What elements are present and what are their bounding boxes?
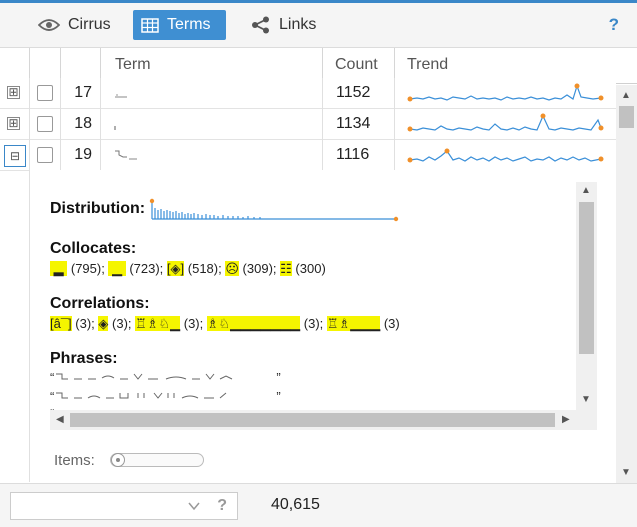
total-count: 40,615 [271,496,320,513]
phrase-line: “ ” [50,370,281,385]
scroll-up-icon[interactable]: ▲ [621,90,631,101]
scroll-left-icon[interactable]: ◀ [56,414,64,425]
correlation-count: (3); [112,316,132,331]
trend-sparkline [407,83,604,102]
footer-bar: ? 40,615 [0,483,637,527]
scroll-down-icon[interactable]: ▼ [621,467,631,478]
row-checkbox[interactable] [37,116,53,132]
header-trend-label: Trend [407,56,449,73]
collocate-count: (723); [129,261,164,276]
row-checkbox[interactable] [37,85,53,101]
correlation-glyph[interactable]: ♖♗♘▁ [135,316,181,331]
row-number: 19 [74,146,92,163]
detail-vertical-scrollbar[interactable]: ▲ ▼ [576,182,597,410]
header-term-label: Term [115,56,151,73]
hieroglyph-phrase-icon [56,392,227,399]
correlation-count: (3) [383,316,400,331]
trend-sparkline [407,113,604,132]
correlations-list: [â¯] (3); ◈ (3); ♖♗♘▁ (3); ♗♘▁▁▁▁▁▁▁ (3)… [50,316,400,332]
correlation-glyph[interactable]: ♖♗▁▁▁ [326,316,381,331]
eye-icon [38,19,60,31]
tab-label: Links [279,16,317,33]
collocate-count: (795); [70,261,105,276]
count-value: 1116 [336,146,370,163]
row-checkbox[interactable] [37,147,53,163]
distribution-chart [149,198,399,222]
collocate-glyph[interactable]: ☹ [225,261,239,276]
tab-cirrus[interactable]: Cirrus [30,10,119,40]
table-icon [141,17,159,33]
correlation-glyph[interactable]: [â¯] [50,316,72,331]
correlation-count: (3); [75,316,95,331]
scrollbar-thumb[interactable] [619,106,634,128]
collocate-glyph[interactable]: ☷ [280,261,292,276]
expand-toggle[interactable]: ⊞ [7,117,20,130]
collocates-label: Collocates: [50,240,137,257]
term-cell [100,78,322,109]
search-combo[interactable]: ? [10,492,238,520]
scroll-down-icon[interactable]: ▼ [581,394,591,405]
tab-bar: Cirrus Terms Links ? [0,3,637,48]
slider-thumb[interactable] [111,453,125,467]
items-label: Items: [54,452,95,469]
term-glyph-icon [115,150,137,160]
term-glyph-icon [114,126,116,130]
share-icon [252,16,269,34]
collocate-count: (300) [295,261,326,276]
row-number: 17 [74,84,92,101]
grid-vertical-scrollbar[interactable]: ▲ ▼ [616,85,637,483]
header-count-label: Count [335,56,378,73]
tab-terms[interactable]: Terms [133,10,226,40]
term-glyph-icon [115,94,127,98]
search-help-icon[interactable]: ? [217,497,227,515]
collocate-glyph[interactable]: ▁ [108,261,126,276]
table-row[interactable]: ⊞ 18 1134 [0,109,616,140]
collocate-count: (518); [187,261,222,276]
tab-label: Terms [167,16,211,33]
expand-toggle[interactable]: ⊞ [7,86,20,99]
phrase-line: “ ” [50,389,281,404]
correlation-glyph[interactable]: ♗♘▁▁▁▁▁▁▁ [206,316,301,331]
scroll-right-icon[interactable]: ▶ [562,414,570,425]
collocate-count: (309); [242,261,277,276]
collapse-toggle[interactable]: ⊟ [4,145,26,167]
chevron-down-icon[interactable] [187,499,201,513]
hieroglyph-phrase-icon [56,373,233,380]
items-slider[interactable] [110,453,204,467]
tab-label: Cirrus [68,16,111,33]
trend-sparkline [407,148,604,163]
correlation-count: (3); [303,316,324,331]
scrollbar-thumb[interactable] [579,202,594,354]
tab-links[interactable]: Links [243,10,324,40]
table-row[interactable]: ⊞ 17 1152 [0,78,616,109]
collocate-glyph[interactable]: ▂ [50,261,68,276]
correlations-label: Correlations: [50,295,150,312]
distribution-label: Distribution: [50,200,146,217]
phrases-label: Phrases: [50,350,118,367]
scrollbar-thumb[interactable] [70,413,555,427]
count-value: 1134 [336,115,371,132]
correlation-count: (3); [183,316,204,331]
term-detail-panel: Distribution: Collocates: ▂ (795); ▁ (72… [29,170,616,482]
correlation-glyph[interactable]: ◈ [98,316,109,331]
count-value: 1152 [336,84,371,101]
scroll-up-icon[interactable]: ▲ [581,185,591,196]
help-button[interactable]: ? [609,15,619,35]
row-number: 18 [74,115,92,132]
detail-horizontal-scrollbar[interactable]: ◀ ▶ [50,410,597,430]
collocate-glyph[interactable]: [◈] [166,261,185,276]
term-cell [100,109,322,140]
table-row-selected[interactable]: ⊟ 19 1116 [0,140,616,171]
collocates-list: ▂ (795); ▁ (723); [◈] (518); ☹ (309); ☷ … [50,261,326,277]
